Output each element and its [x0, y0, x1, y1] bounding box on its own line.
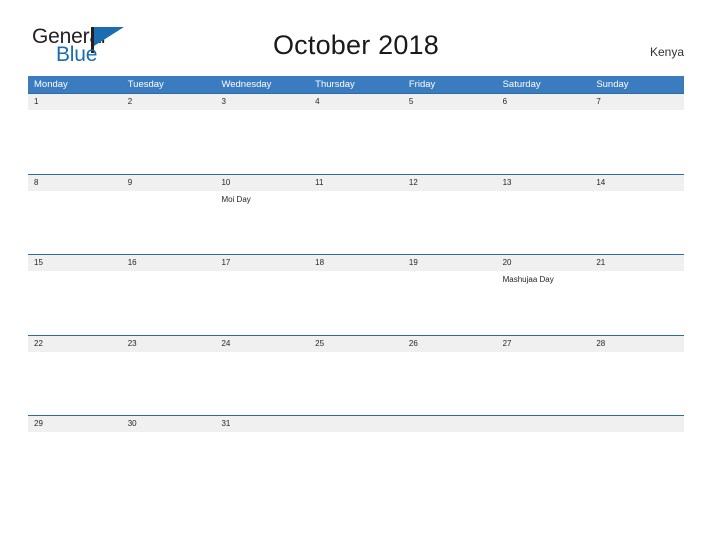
day-number[interactable]: 9 — [122, 175, 216, 191]
day-cell[interactable] — [122, 191, 216, 254]
day-number[interactable]: 16 — [122, 255, 216, 271]
day-cell[interactable] — [403, 110, 497, 173]
day-cell[interactable] — [122, 352, 216, 415]
day-number[interactable]: 30 — [122, 416, 216, 432]
day-cell[interactable] — [590, 352, 684, 415]
day-cell[interactable] — [403, 352, 497, 415]
weekday-header-sunday: Sunday — [596, 79, 629, 90]
day-cell[interactable] — [122, 432, 216, 495]
day-number[interactable]: 13 — [497, 175, 591, 191]
day-cell[interactable] — [590, 110, 684, 173]
week-date-band: 22 23 24 25 26 27 28 — [28, 335, 684, 352]
day-number[interactable]: 6 — [497, 94, 591, 110]
weekday-header-thursday: Thursday — [315, 79, 355, 90]
day-number[interactable]: 18 — [309, 255, 403, 271]
day-cell[interactable] — [309, 110, 403, 173]
event-label: Mashujaa Day — [502, 275, 554, 284]
day-cell[interactable] — [28, 432, 122, 495]
week-event-area — [28, 351, 684, 415]
week-row: 1 2 3 4 5 6 7 — [28, 93, 684, 174]
page-title: October 2018 — [272, 30, 439, 60]
page-header: General Blue October 2018 Kenya — [0, 0, 712, 66]
day-cell-empty — [497, 432, 591, 495]
week-date-band: 29 30 31 — [28, 416, 684, 432]
day-cell[interactable] — [309, 271, 403, 334]
day-cell[interactable] — [309, 191, 403, 254]
week-row: 15 16 17 18 19 20 21 Mashujaa Day — [28, 254, 684, 335]
day-cell-empty — [590, 432, 684, 495]
week-row: 22 23 24 25 26 27 28 — [28, 334, 684, 416]
day-number[interactable]: 15 — [28, 255, 122, 271]
day-cell[interactable] — [215, 352, 309, 415]
week-row: 8 9 10 11 12 13 14 Moi Day — [28, 173, 684, 255]
week-date-band: 1 2 3 4 5 6 7 — [28, 94, 684, 110]
weekday-header-wednesday: Wednesday — [221, 79, 272, 90]
day-number[interactable]: 14 — [590, 175, 684, 191]
day-cell[interactable] — [28, 271, 122, 334]
event-label: Moi Day — [221, 194, 251, 204]
weekday-header-saturday: Saturday — [502, 79, 541, 90]
day-number[interactable]: 4 — [309, 94, 403, 110]
day-number[interactable]: 28 — [590, 336, 684, 352]
day-number[interactable]: 26 — [403, 336, 497, 352]
day-cell[interactable] — [215, 110, 309, 173]
day-cell[interactable] — [590, 191, 684, 254]
day-number[interactable]: 2 — [122, 94, 216, 110]
day-number[interactable]: 21 — [590, 255, 684, 271]
week-date-band: 8 9 10 11 12 13 14 — [28, 174, 684, 191]
day-number[interactable]: 8 — [28, 175, 122, 191]
weekday-header-row: Monday Tuesday Wednesday Thursday Friday… — [28, 76, 684, 93]
day-number[interactable]: 17 — [215, 255, 309, 271]
weekday-header-monday: Monday — [34, 79, 68, 90]
day-cell[interactable] — [28, 352, 122, 415]
day-cell[interactable] — [403, 191, 497, 254]
week-event-area: Moi Day — [28, 190, 684, 254]
day-number-empty — [309, 416, 403, 432]
calendar-grid: Monday Tuesday Wednesday Thursday Friday… — [28, 76, 684, 496]
day-number-empty — [590, 416, 684, 432]
day-cell[interactable] — [28, 191, 122, 254]
day-number[interactable]: 1 — [28, 94, 122, 110]
week-row: 29 30 31 — [28, 415, 684, 496]
day-number[interactable]: 19 — [403, 255, 497, 271]
day-number[interactable]: 5 — [403, 94, 497, 110]
day-number[interactable]: 31 — [215, 416, 309, 432]
week-date-band: 15 16 17 18 19 20 21 — [28, 255, 684, 271]
day-cell[interactable]: Mashujaa Day — [497, 271, 591, 334]
day-number[interactable]: 20 — [497, 255, 591, 271]
country-label: Kenya — [649, 45, 684, 59]
day-number[interactable]: 3 — [215, 94, 309, 110]
day-number-empty — [403, 416, 497, 432]
week-event-area: Mashujaa Day — [28, 271, 684, 334]
day-number[interactable]: 12 — [403, 175, 497, 191]
day-cell-empty — [403, 432, 497, 495]
day-number[interactable]: 22 — [28, 336, 122, 352]
day-number-empty — [497, 416, 591, 432]
day-cell[interactable] — [122, 271, 216, 334]
day-cell[interactable] — [403, 271, 497, 334]
day-cell[interactable] — [122, 110, 216, 173]
day-cell[interactable] — [215, 432, 309, 495]
day-number[interactable]: 27 — [497, 336, 591, 352]
day-number[interactable]: 29 — [28, 416, 122, 432]
day-cell[interactable] — [215, 271, 309, 334]
day-cell[interactable] — [497, 352, 591, 415]
day-cell[interactable] — [28, 110, 122, 173]
day-number[interactable]: 25 — [309, 336, 403, 352]
day-number[interactable]: 10 — [215, 175, 309, 191]
week-event-area — [28, 432, 684, 495]
week-event-area — [28, 110, 684, 173]
day-number[interactable]: 7 — [590, 94, 684, 110]
day-cell[interactable] — [590, 271, 684, 334]
day-number[interactable]: 24 — [215, 336, 309, 352]
day-cell[interactable] — [497, 110, 591, 173]
day-cell[interactable] — [497, 191, 591, 254]
weekday-header-tuesday: Tuesday — [127, 79, 164, 90]
day-number[interactable]: 11 — [309, 175, 403, 191]
day-number[interactable]: 23 — [122, 336, 216, 352]
day-cell[interactable] — [309, 352, 403, 415]
weekday-header-friday: Friday — [408, 79, 436, 90]
day-cell[interactable]: Moi Day — [215, 191, 309, 254]
day-cell-empty — [309, 432, 403, 495]
